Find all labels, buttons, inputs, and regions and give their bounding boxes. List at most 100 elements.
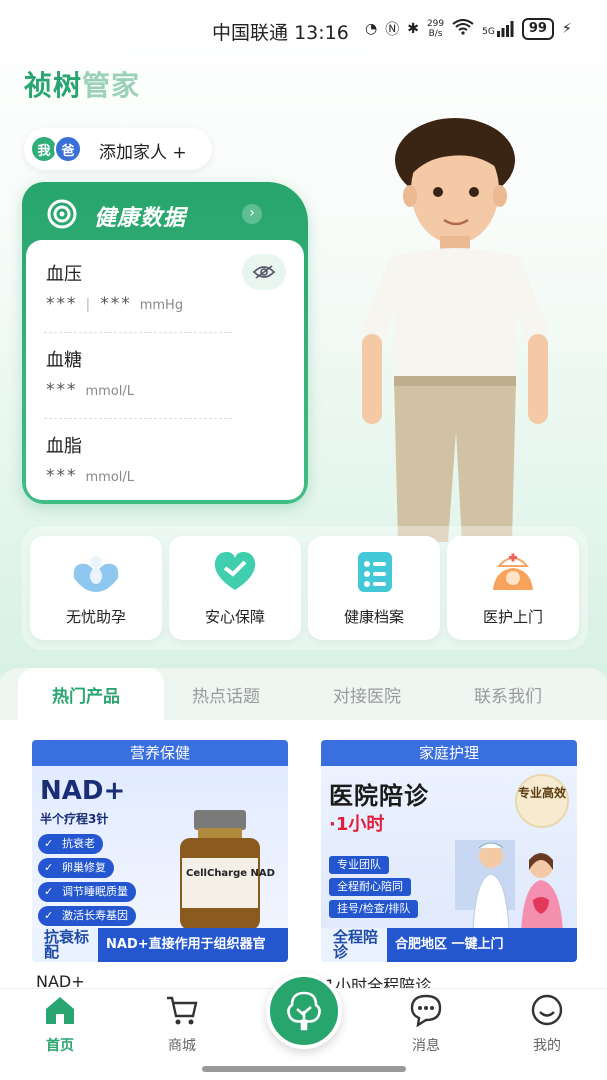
- cart-icon: [167, 996, 198, 1025]
- product-footer-slogan: 合肥地区 一键上门: [387, 928, 577, 962]
- message-icon: [410, 994, 442, 1028]
- service-label: 安心保障: [204, 608, 265, 626]
- feature-tag: 激活长寿基因: [38, 906, 136, 926]
- app-title-part2: 管家: [82, 69, 141, 102]
- nav-label: 首页: [46, 1038, 74, 1054]
- health-card-title: 健康数据: [94, 206, 187, 231]
- nav-label: 消息: [412, 1038, 440, 1054]
- product-footer: 抗衰标配 NAD+直接作用于组织器官: [32, 928, 288, 962]
- app-title: 祯树管家: [24, 64, 140, 104]
- data-saver-icon: ◔: [365, 21, 378, 37]
- carrier-label: 中国联通: [212, 22, 289, 44]
- health-metrics-panel: 血压 *** | *** mmHg 血糖 *** mmol/L 血脂 *** m…: [26, 240, 304, 500]
- product-category-banner: 营养保健: [32, 740, 288, 766]
- avatar-character-illustration: [360, 118, 550, 542]
- metric-value: *** | *** mmHg: [46, 294, 184, 314]
- add-family-button[interactable]: 我 爸 添加家人 +: [24, 128, 212, 170]
- product-category-banner: 家庭护理: [321, 740, 577, 766]
- product-footer-slogan: NAD+直接作用于组织器官: [98, 928, 288, 962]
- smile-user-icon: [531, 994, 563, 1026]
- nav-label: 商城: [168, 1038, 196, 1054]
- service-insurance[interactable]: 安心保障: [169, 536, 301, 640]
- product-headline: NAD+: [40, 776, 126, 806]
- feature-tag: 调节睡眠质量: [38, 882, 136, 902]
- health-data-card[interactable]: 健康数据 › 血压 *** | *** mmHg 血糖 *** mmol/L 血…: [22, 182, 308, 504]
- health-card-header[interactable]: 健康数据 ›: [22, 182, 308, 240]
- metric-unit: mmol/L: [85, 470, 135, 485]
- product-subhead: ·1小时: [329, 814, 385, 835]
- nurse-icon: [493, 553, 533, 590]
- product-card-nad[interactable]: 营养保健 NAD+ 半个疗程3针 抗衰老 卵巢修复 调节睡眠质量 激活长寿基因 …: [32, 740, 288, 962]
- feature-tag: 卵巢修复: [38, 858, 114, 878]
- feature-tag: 抗衰老: [38, 834, 103, 854]
- product-bottle-icon: CellCharge NAD+: [180, 810, 276, 930]
- app-screen: 中国联通 13:16 ◔ Ⓝ ✱ 299 B/s 5G 99 ⚡ 祯树管家 我 爸…: [0, 0, 607, 1080]
- metric-name: 血糖: [46, 350, 82, 371]
- metric-unit: mmol/L: [85, 384, 135, 399]
- service-label: 医护上门: [482, 608, 543, 626]
- nav-home[interactable]: 首页: [20, 993, 100, 1055]
- service-shortcuts: 无忧助孕 安心保障 健康档案 医护上门: [22, 526, 588, 650]
- net-speed: 299 B/s: [426, 19, 445, 39]
- pregnancy-hands-icon: [73, 556, 119, 592]
- bluetooth-icon: ✱: [407, 21, 419, 37]
- add-family-label: 添加家人 +: [99, 143, 187, 163]
- avatar-dad: 爸: [54, 135, 82, 163]
- nav-messages[interactable]: 消息: [386, 993, 466, 1055]
- status-bar: 中国联通 13:16 ◔ Ⓝ ✱ 299 B/s 5G 99 ⚡: [0, 14, 607, 46]
- feature-tag: 专业团队: [329, 856, 389, 874]
- metric-name: 血脂: [46, 436, 82, 457]
- wifi-icon: [452, 19, 474, 39]
- tab-hot-products[interactable]: 热门产品: [52, 682, 120, 707]
- hide-values-eye-icon[interactable]: [242, 254, 286, 290]
- tab-partner-hospitals[interactable]: 对接医院: [333, 682, 401, 707]
- signal-icon: 5G: [482, 21, 514, 37]
- nav-label: 我的: [533, 1038, 561, 1054]
- home-icon: [46, 997, 74, 1024]
- radar-icon: [47, 199, 77, 229]
- product-headline: 医院陪诊: [329, 782, 429, 810]
- product-footer-tag: 抗衰标配: [32, 928, 98, 962]
- content-tabs: 热门产品 热点话题 对接医院 联系我们: [0, 668, 607, 720]
- product-list: 营养保健 NAD+ 半个疗程3针 抗衰老 卵巢修复 调节睡眠质量 激活长寿基因 …: [0, 720, 607, 995]
- nurse-patient-illustration: [455, 840, 563, 935]
- metric-blood-lipid: 血脂 *** mmol/L: [46, 432, 232, 486]
- chevron-right-icon[interactable]: ›: [242, 204, 262, 224]
- metric-unit: mmHg: [139, 298, 184, 313]
- service-label: 健康档案: [343, 608, 404, 626]
- tree-logo-icon: [287, 991, 321, 1031]
- divider: [44, 418, 232, 419]
- product-image: NAD+ 半个疗程3针 抗衰老 卵巢修复 调节睡眠质量 激活长寿基因 CellC…: [32, 766, 288, 936]
- carrier-time: 中国联通 13:16: [212, 18, 349, 45]
- metric-blood-sugar: 血糖 *** mmol/L: [46, 346, 232, 400]
- service-label: 无忧助孕: [65, 608, 126, 626]
- tab-contact-us[interactable]: 联系我们: [474, 682, 542, 707]
- product-subhead: 半个疗程3针: [40, 812, 109, 826]
- service-health-record[interactable]: 健康档案: [308, 536, 440, 640]
- service-home-care[interactable]: 医护上门: [447, 536, 579, 640]
- nav-profile[interactable]: 我的: [507, 993, 587, 1055]
- product-image: 医院陪诊 ·1小时 专业高效 专业团队 全程耐心陪同 挂号/检查/排队: [321, 766, 577, 936]
- divider: [44, 332, 232, 333]
- nfc-icon: Ⓝ: [385, 22, 400, 38]
- battery-indicator: 99: [521, 18, 554, 40]
- heart-shield-icon: [214, 552, 256, 590]
- charging-icon: ⚡: [561, 21, 572, 37]
- tab-hot-topics[interactable]: 热点话题: [192, 682, 260, 707]
- metric-blood-pressure: 血压 *** | *** mmHg: [46, 260, 232, 314]
- product-footer: 全程陪诊 合肥地区 一键上门: [321, 928, 577, 962]
- nav-mall[interactable]: 商城: [142, 993, 222, 1055]
- feature-tag: 挂号/检查/排队: [329, 900, 419, 918]
- product-footer-tag: 全程陪诊: [321, 928, 387, 962]
- metric-value: *** mmol/L: [46, 466, 135, 486]
- bottle-label: CellCharge NAD+: [186, 868, 276, 879]
- clock: 13:16: [294, 22, 349, 44]
- quality-badge: 专业高效: [515, 774, 569, 828]
- center-action-button[interactable]: [266, 973, 342, 1049]
- status-icons: ◔ Ⓝ ✱ 299 B/s 5G 99 ⚡: [365, 18, 572, 40]
- app-title-part1: 祯树: [24, 69, 83, 102]
- home-indicator[interactable]: [202, 1066, 406, 1072]
- service-pregnancy[interactable]: 无忧助孕: [30, 536, 162, 640]
- health-record-icon: [358, 552, 392, 592]
- product-card-escort[interactable]: 家庭护理 医院陪诊 ·1小时 专业高效 专业团队 全程耐心陪同 挂号/检查/排队: [321, 740, 577, 962]
